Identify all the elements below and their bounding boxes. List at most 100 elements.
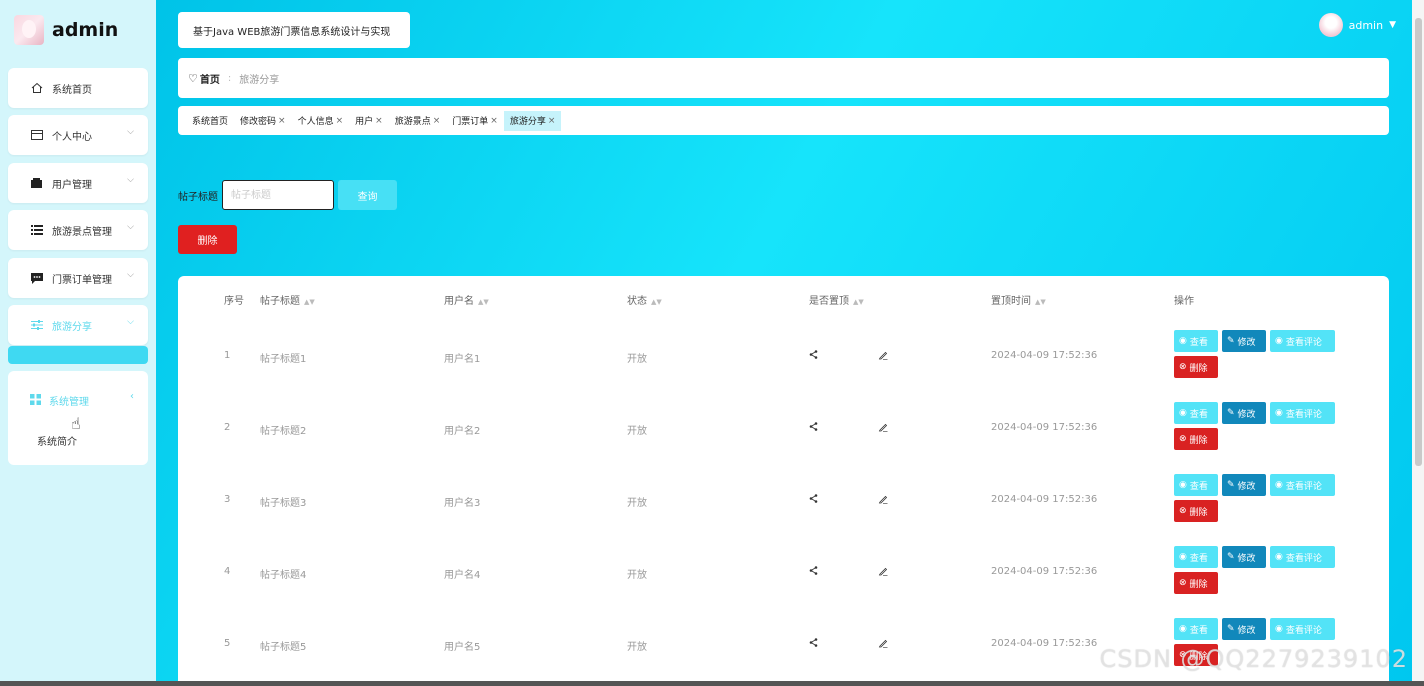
sidebar: admin 系统首页 个人中心 ⌵ 用户管理 ⌵ 旅游景点管理 ⌵ 门票订单管理… <box>0 0 156 686</box>
edit-button[interactable]: ✎ 修改 <box>1222 402 1266 424</box>
close-icon[interactable]: × <box>375 116 383 126</box>
share-icon[interactable] <box>809 494 818 506</box>
col-header-pinned[interactable]: 是否置顶 ▲▼ <box>809 292 864 307</box>
col-header-pin-time[interactable]: 置顶时间 ▲▼ <box>991 292 1046 307</box>
button-label: 查看评论 <box>1285 337 1322 348</box>
close-icon[interactable]: × <box>278 116 286 126</box>
col-header-actions: 操作 <box>1174 292 1194 307</box>
edit-button[interactable]: ✎ 修改 <box>1222 618 1266 640</box>
view-button[interactable]: ◉ 查看 <box>1174 402 1218 424</box>
view-comments-button[interactable]: ◉ 查看评论 <box>1270 546 1335 568</box>
cell-title: 帖子标题2 <box>260 426 307 437</box>
tab-ticket-orders[interactable]: 门票订单 × <box>446 111 504 131</box>
edit-button[interactable]: ✎ 修改 <box>1222 546 1266 568</box>
cell-username: 用户名5 <box>444 642 481 653</box>
button-label: 修改 <box>1237 553 1256 564</box>
cell-title: 帖子标题4 <box>260 570 307 581</box>
col-header-status[interactable]: 状态 ▲▼ <box>627 292 662 307</box>
pen-icon[interactable] <box>878 566 888 579</box>
header-text: 操作 <box>1174 296 1194 307</box>
sidebar-item-user-management[interactable]: 用户管理 ⌵ <box>8 163 148 203</box>
eye-icon: ◉ <box>1275 480 1283 490</box>
system-menu-head[interactable]: 系统管理 <box>30 393 89 408</box>
share-icon[interactable] <box>809 638 818 650</box>
tab-travel-share[interactable]: 旅游分享 × <box>503 110 562 131</box>
tab-bar: 系统首页 修改密码 × 个人信息 × 用户 × 旅游景点 × 门票订单 × 旅游分享 × <box>178 106 1389 135</box>
tab-change-password[interactable]: 修改密码 × <box>234 111 292 131</box>
view-comments-button[interactable]: ◉ 查看评论 <box>1270 618 1335 640</box>
view-button[interactable]: ◉ 查看 <box>1174 546 1218 568</box>
col-header-title[interactable]: 帖子标题 ▲▼ <box>260 292 315 307</box>
button-label: 修改 <box>1237 481 1256 492</box>
button-label: 删除 <box>1189 363 1208 374</box>
close-icon[interactable]: × <box>490 116 498 126</box>
delete-button[interactable]: ⊗ 删除 <box>1174 572 1218 594</box>
tab-users[interactable]: 用户 × <box>349 111 389 131</box>
view-button[interactable]: ◉ 查看 <box>1174 474 1218 496</box>
row-actions: ◉ 查看 ✎ 修改 ◉ 查看评论 ⊗ 删除 <box>1174 402 1344 450</box>
view-button[interactable]: ◉ 查看 <box>1174 618 1218 640</box>
query-button[interactable]: 查询 <box>338 180 397 210</box>
chevron-down-icon: ⌵ <box>127 127 134 137</box>
tab-attractions[interactable]: 旅游景点 × <box>389 111 447 131</box>
share-icon[interactable] <box>809 566 818 578</box>
share-icon[interactable] <box>809 422 818 434</box>
sort-icon[interactable]: ▲▼ <box>651 298 662 306</box>
pencil-icon: ✎ <box>1227 336 1235 346</box>
delete-button[interactable]: ⊗ 删除 <box>1174 500 1218 522</box>
search-input[interactable] <box>222 180 334 210</box>
pen-icon[interactable] <box>878 638 888 651</box>
sidebar-item-personal-center[interactable]: 个人中心 ⌵ <box>8 115 148 155</box>
share-icon[interactable] <box>809 350 818 362</box>
view-comments-button[interactable]: ◉ 查看评论 <box>1270 474 1335 496</box>
sidebar-item-home[interactable]: 系统首页 <box>8 68 148 108</box>
edit-button[interactable]: ✎ 修改 <box>1222 474 1266 496</box>
view-button[interactable]: ◉ 查看 <box>1174 330 1218 352</box>
tab-home[interactable]: 系统首页 <box>186 111 234 131</box>
row-actions: ◉ 查看 ✎ 修改 ◉ 查看评论 ⊗ 删除 <box>1174 546 1344 594</box>
button-label: 查看 <box>1189 409 1208 420</box>
close-icon[interactable]: × <box>336 116 344 126</box>
user-menu[interactable]: admin ▼ <box>1318 13 1396 37</box>
batch-delete-button[interactable]: 删除 <box>178 225 237 254</box>
username: admin <box>1348 18 1384 32</box>
cell-status: 开放 <box>627 354 647 365</box>
cell-status: 开放 <box>627 570 647 581</box>
tab-personal-info[interactable]: 个人信息 × <box>292 111 350 131</box>
sort-icon[interactable]: ▲▼ <box>478 298 489 306</box>
delete-button[interactable]: ⊗ 删除 <box>1174 428 1218 450</box>
tab-label: 修改密码 <box>240 117 277 127</box>
view-comments-button[interactable]: ◉ 查看评论 <box>1270 330 1335 352</box>
scrollbar-thumb[interactable] <box>1415 18 1422 466</box>
eye-icon: ◉ <box>1275 408 1283 418</box>
button-label: 删除 <box>1189 435 1208 446</box>
cell-title: 帖子标题1 <box>260 354 307 365</box>
chevron-left-icon: ‹ <box>130 391 134 402</box>
view-comments-button[interactable]: ◉ 查看评论 <box>1270 402 1335 424</box>
sidebar-item-attractions[interactable]: 旅游景点管理 ⌵ <box>8 210 148 250</box>
sort-icon[interactable]: ▲▼ <box>304 298 315 306</box>
breadcrumb-home[interactable]: 首页 <box>200 71 220 86</box>
cell-pin-time: 2024-04-09 17:52:36 <box>991 422 1098 433</box>
pencil-icon: ✎ <box>1227 624 1235 634</box>
cell-pin-time: 2024-04-09 17:52:36 <box>991 638 1098 649</box>
sort-icon[interactable]: ▲▼ <box>1035 298 1046 306</box>
sidebar-item-ticket-orders[interactable]: 门票订单管理 ⌵ <box>8 258 148 298</box>
sidebar-item-travel-share[interactable]: 旅游分享 ⌵ <box>8 305 148 345</box>
pen-icon[interactable] <box>878 494 888 507</box>
close-icon[interactable]: × <box>433 116 441 126</box>
eye-icon: ◉ <box>1275 336 1283 346</box>
delete-button[interactable]: ⊗ 删除 <box>1174 356 1218 378</box>
chat-icon <box>30 272 44 284</box>
active-submenu-bar[interactable] <box>8 346 148 364</box>
pen-icon[interactable] <box>878 350 888 363</box>
close-icon[interactable]: × <box>548 116 556 126</box>
pen-icon[interactable] <box>878 422 888 435</box>
header-text: 序号 <box>224 296 244 307</box>
cell-username: 用户名1 <box>444 354 481 365</box>
scrollbar[interactable] <box>1412 0 1424 686</box>
sort-icon[interactable]: ▲▼ <box>853 298 864 306</box>
col-header-username[interactable]: 用户名 ▲▼ <box>444 292 489 307</box>
sidebar-subitem-system-intro[interactable]: 系统简介 <box>37 433 77 448</box>
edit-button[interactable]: ✎ 修改 <box>1222 330 1266 352</box>
